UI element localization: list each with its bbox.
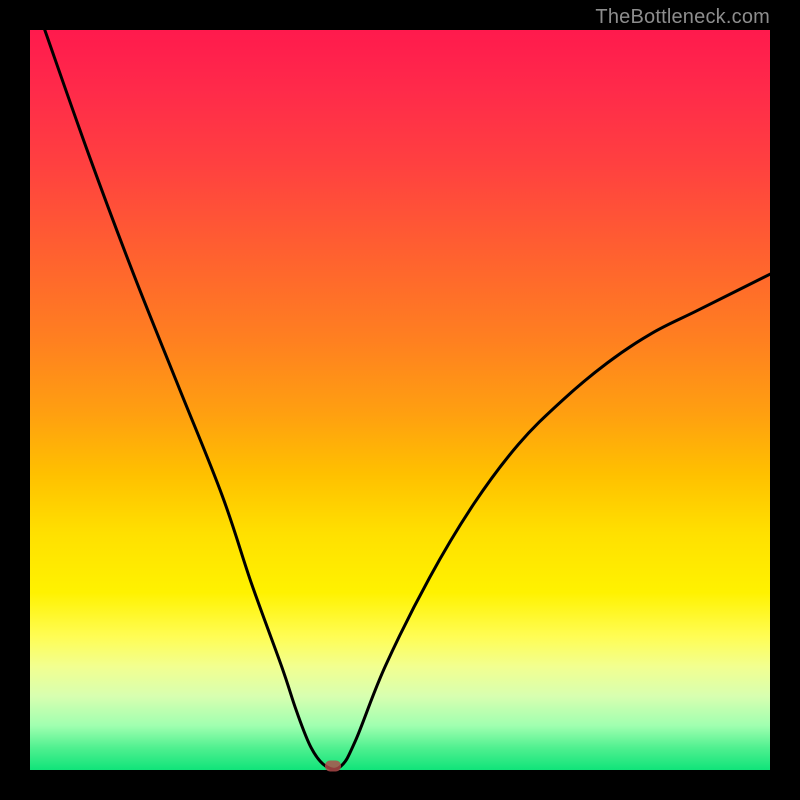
plot-area bbox=[30, 30, 770, 770]
curve-svg bbox=[30, 30, 770, 770]
bottleneck-curve bbox=[45, 30, 770, 769]
optimal-point-marker bbox=[325, 760, 341, 771]
chart-frame: TheBottleneck.com bbox=[0, 0, 800, 800]
watermark-text: TheBottleneck.com bbox=[595, 6, 770, 29]
